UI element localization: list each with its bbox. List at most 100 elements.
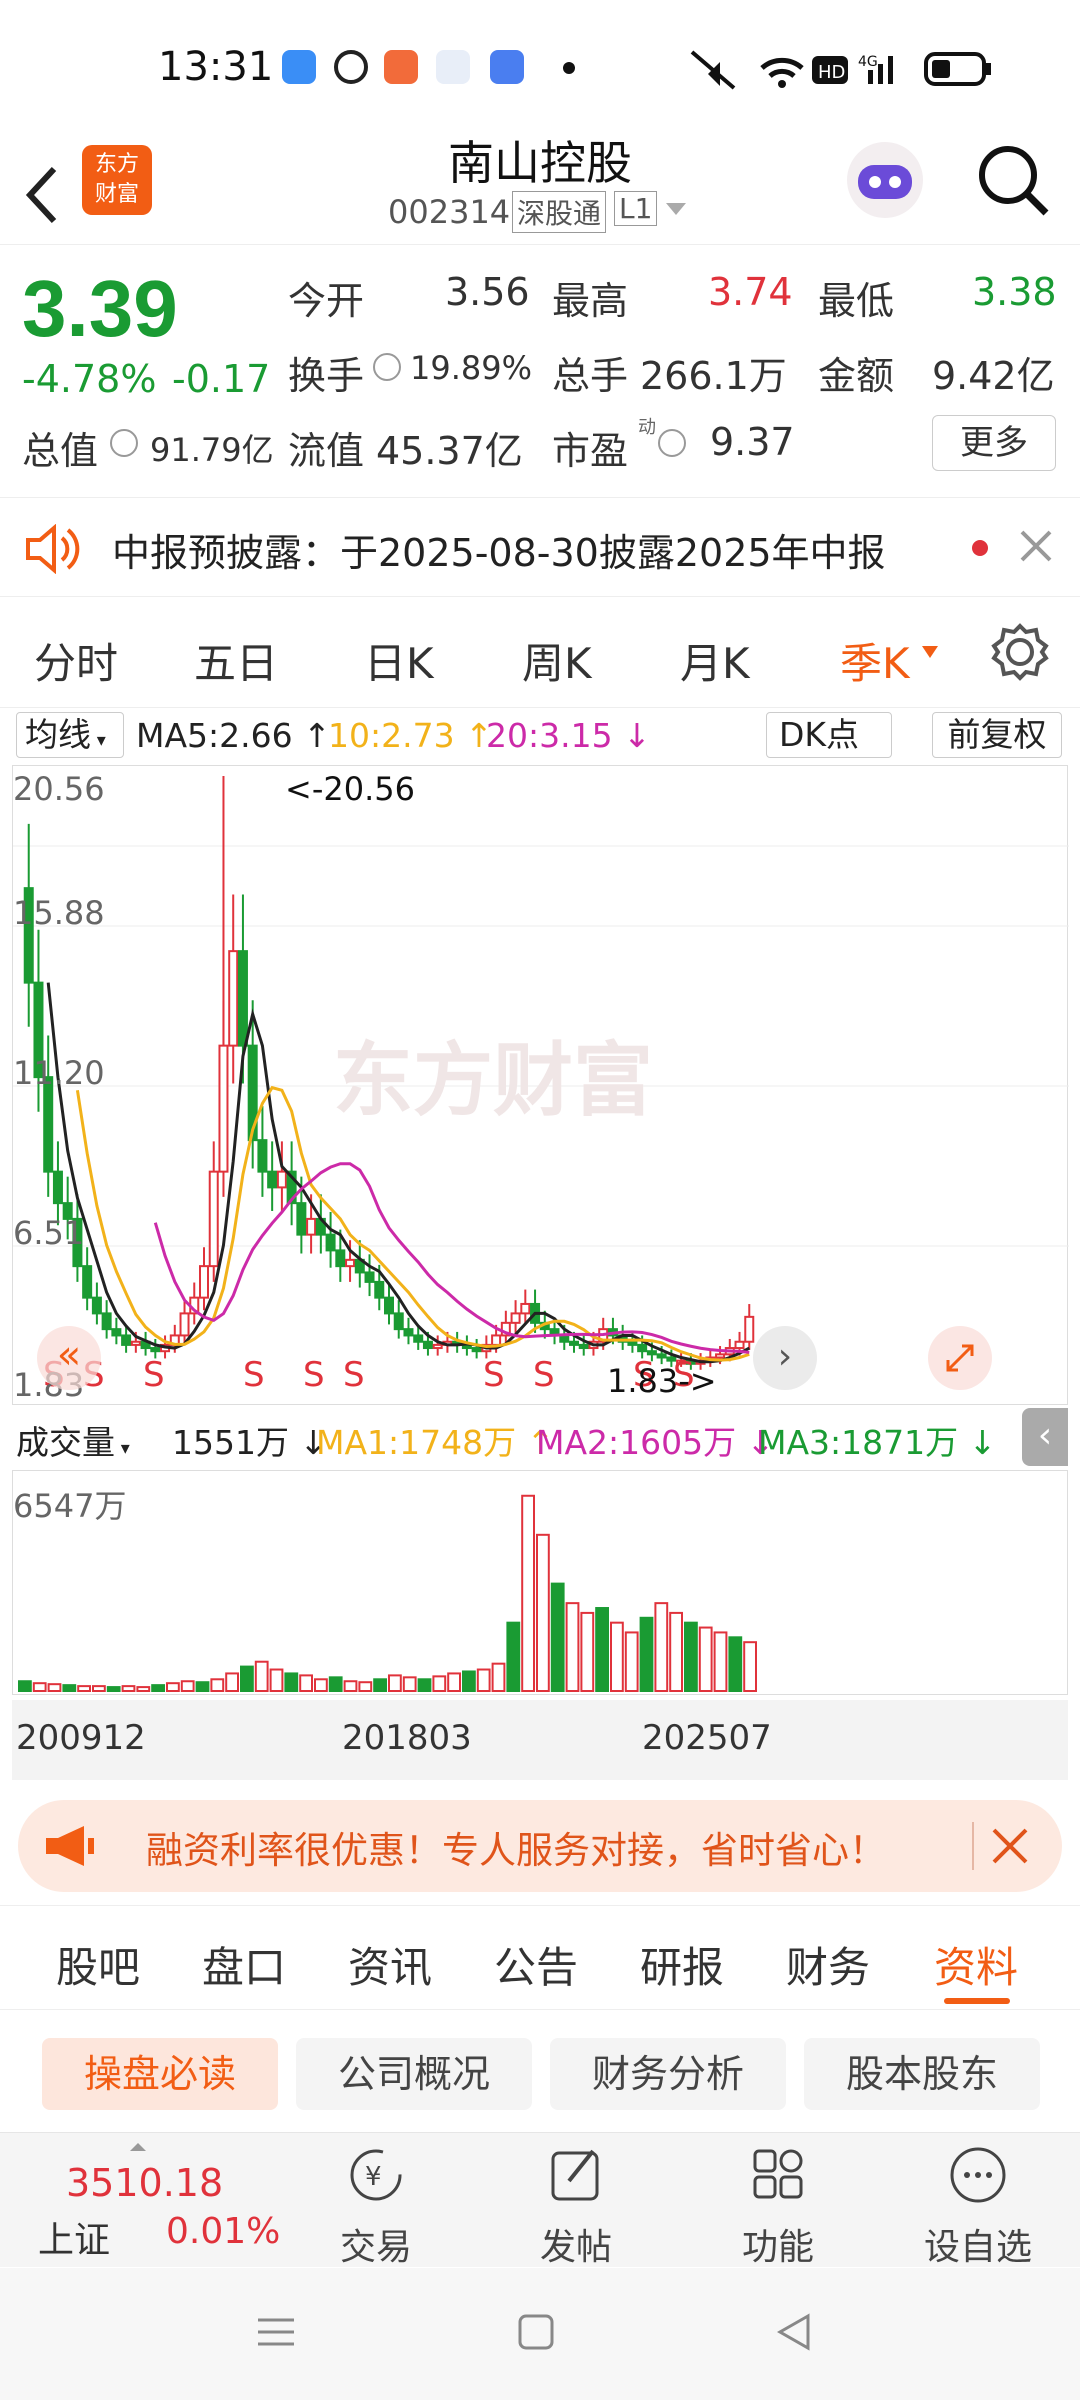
candle-body: [267, 1170, 278, 1189]
tab-daily-k[interactable]: 日K: [364, 630, 434, 691]
chevron-down-icon: [922, 646, 938, 658]
volume-bar: [432, 1675, 447, 1693]
candle-body: [413, 1334, 424, 1343]
tab-profile[interactable]: 资料: [934, 1934, 1018, 1995]
dropdown-icon[interactable]: [664, 199, 688, 219]
collapse-panel-button[interactable]: ‹: [1022, 1408, 1068, 1466]
promo-banner[interactable]: 融资利率很优惠！专人服务对接，省时省心！: [18, 1800, 1062, 1892]
calendar-icon: [436, 50, 470, 84]
subtab-company-overview[interactable]: 公司概况: [296, 2038, 532, 2110]
tab-5day[interactable]: 五日: [194, 630, 278, 691]
candle-body: [82, 1265, 93, 1299]
volume-bar: [180, 1680, 195, 1693]
volume-chart[interactable]: 6547万: [12, 1470, 1068, 1695]
back-icon[interactable]: [774, 2312, 814, 2352]
tab-news[interactable]: 资讯: [348, 1934, 432, 1995]
candle-body: [384, 1296, 394, 1315]
ma5-label: MA5:2.66 ↑: [136, 716, 331, 755]
info-icon[interactable]: [658, 429, 686, 457]
volume-bar: [491, 1662, 506, 1693]
candle-body: [744, 1315, 755, 1343]
close-icon[interactable]: [1018, 528, 1054, 564]
sell-marker: S: [243, 1355, 265, 1395]
post-button[interactable]: 发帖: [516, 2143, 636, 2270]
profile-subtabs: 操盘必读 公司概况 财务分析 股本股东: [0, 2012, 1080, 2132]
vol-ma1-label: MA1:1748万 ↑: [316, 1423, 555, 1462]
adjust-button[interactable]: 前复权: [932, 712, 1062, 758]
tab-quarterly-k[interactable]: 季K: [840, 630, 910, 691]
mcap-value: 91.79亿: [150, 431, 274, 469]
volume-bar: [210, 1678, 225, 1693]
info-icon[interactable]: [373, 353, 401, 381]
dot-icon: [563, 62, 575, 74]
tab-orderbook[interactable]: 盘口: [202, 1934, 286, 1995]
info-icon[interactable]: [110, 429, 138, 457]
tab-weekly-k[interactable]: 周K: [522, 630, 592, 691]
date-axis: 200912 201803 202507: [12, 1700, 1068, 1780]
indicator-label: 均线: [25, 715, 91, 754]
scroll-left-button[interactable]: «: [37, 1326, 101, 1390]
volume-bar: [639, 1616, 654, 1693]
volume-bar: [684, 1621, 698, 1693]
candle-body: [569, 1340, 579, 1346]
subtab-financial-analysis[interactable]: 财务分析: [550, 2038, 786, 2110]
tab-finance[interactable]: 财务: [786, 1934, 870, 1995]
tab-research[interactable]: 研报: [640, 1934, 724, 1995]
scroll-right-button[interactable]: ›: [753, 1326, 817, 1390]
volume-bar: [521, 1494, 536, 1693]
pe-label: 市盈: [552, 429, 629, 473]
pe-dynamic-tag: 动: [638, 417, 656, 438]
tab-intraday[interactable]: 分时: [34, 630, 118, 691]
info-tabs: 股吧 盘口 资讯 公告 研报 财务 资料: [0, 1905, 1080, 2010]
volume-bar: [166, 1682, 180, 1692]
candle-body: [393, 1312, 404, 1331]
home-icon[interactable]: [516, 2312, 556, 2352]
volume-bar: [536, 1533, 550, 1692]
candle-body: [218, 1044, 229, 1173]
candle-body: [52, 1170, 63, 1205]
fullscreen-button[interactable]: [928, 1326, 992, 1390]
index-ticker[interactable]: 3510.18 上证 0.01%: [18, 2141, 280, 2261]
current-price: 3.39: [22, 264, 178, 353]
subtab-shareholders[interactable]: 股本股东: [804, 2038, 1040, 2110]
max-price-label: <-20.56: [285, 770, 415, 808]
tab-monthly-k[interactable]: 月K: [680, 630, 750, 691]
volume-bar: [47, 1683, 62, 1693]
functions-button[interactable]: 功能: [718, 2143, 838, 2270]
volume-bar: [654, 1602, 669, 1692]
candle-body: [335, 1249, 346, 1268]
wallet-icon: [490, 50, 524, 84]
subtab-must-read[interactable]: 操盘必读: [42, 2038, 278, 2110]
status-right-icons: HD 4G: [690, 50, 991, 90]
kline-chart[interactable]: SSSSSSSSSS 东方财富 20.56 15.88 11.20 6.51 1…: [12, 765, 1069, 1405]
gear-icon[interactable]: [990, 622, 1050, 682]
low-label: 最低: [818, 279, 895, 323]
turnover-value: 19.89%: [410, 349, 533, 387]
amount-value: 9.42亿: [932, 354, 1055, 398]
volume-canvas: [18, 1494, 758, 1693]
volume-value: 266.1万: [640, 354, 787, 398]
more-button[interactable]: 更多: [932, 415, 1056, 471]
robot-assistant-icon[interactable]: [842, 137, 928, 223]
volume-indicator-select[interactable]: 成交量 ▾: [16, 1416, 130, 1464]
add-watchlist-button[interactable]: 设自选: [918, 2143, 1038, 2270]
volume-bar: [77, 1685, 91, 1693]
tab-forum[interactable]: 股吧: [56, 1934, 140, 1995]
search-icon[interactable]: [976, 143, 1052, 219]
close-icon[interactable]: [990, 1826, 1030, 1866]
trade-button[interactable]: ¥ 交易: [316, 2143, 436, 2270]
arrow-up-icon: [130, 2143, 146, 2151]
tab-announcements[interactable]: 公告: [494, 1934, 578, 1995]
svg-text:¥: ¥: [365, 2162, 382, 2192]
dk-point-button[interactable]: DK点: [766, 712, 892, 758]
volume-bar: [728, 1636, 743, 1692]
change-percent: -4.78%: [22, 357, 157, 401]
back-arrow-icon[interactable]: [22, 165, 62, 225]
sell-marker: S: [303, 1355, 325, 1395]
volume-bar: [269, 1668, 284, 1692]
divider: [972, 1822, 974, 1870]
indicator-select[interactable]: 均线 ▾: [16, 712, 124, 758]
notice-bar[interactable]: 中报预披露：于2025-08-30披露2025年中报: [0, 497, 1080, 597]
candle-body: [520, 1302, 531, 1315]
menu-icon[interactable]: [256, 2312, 296, 2352]
